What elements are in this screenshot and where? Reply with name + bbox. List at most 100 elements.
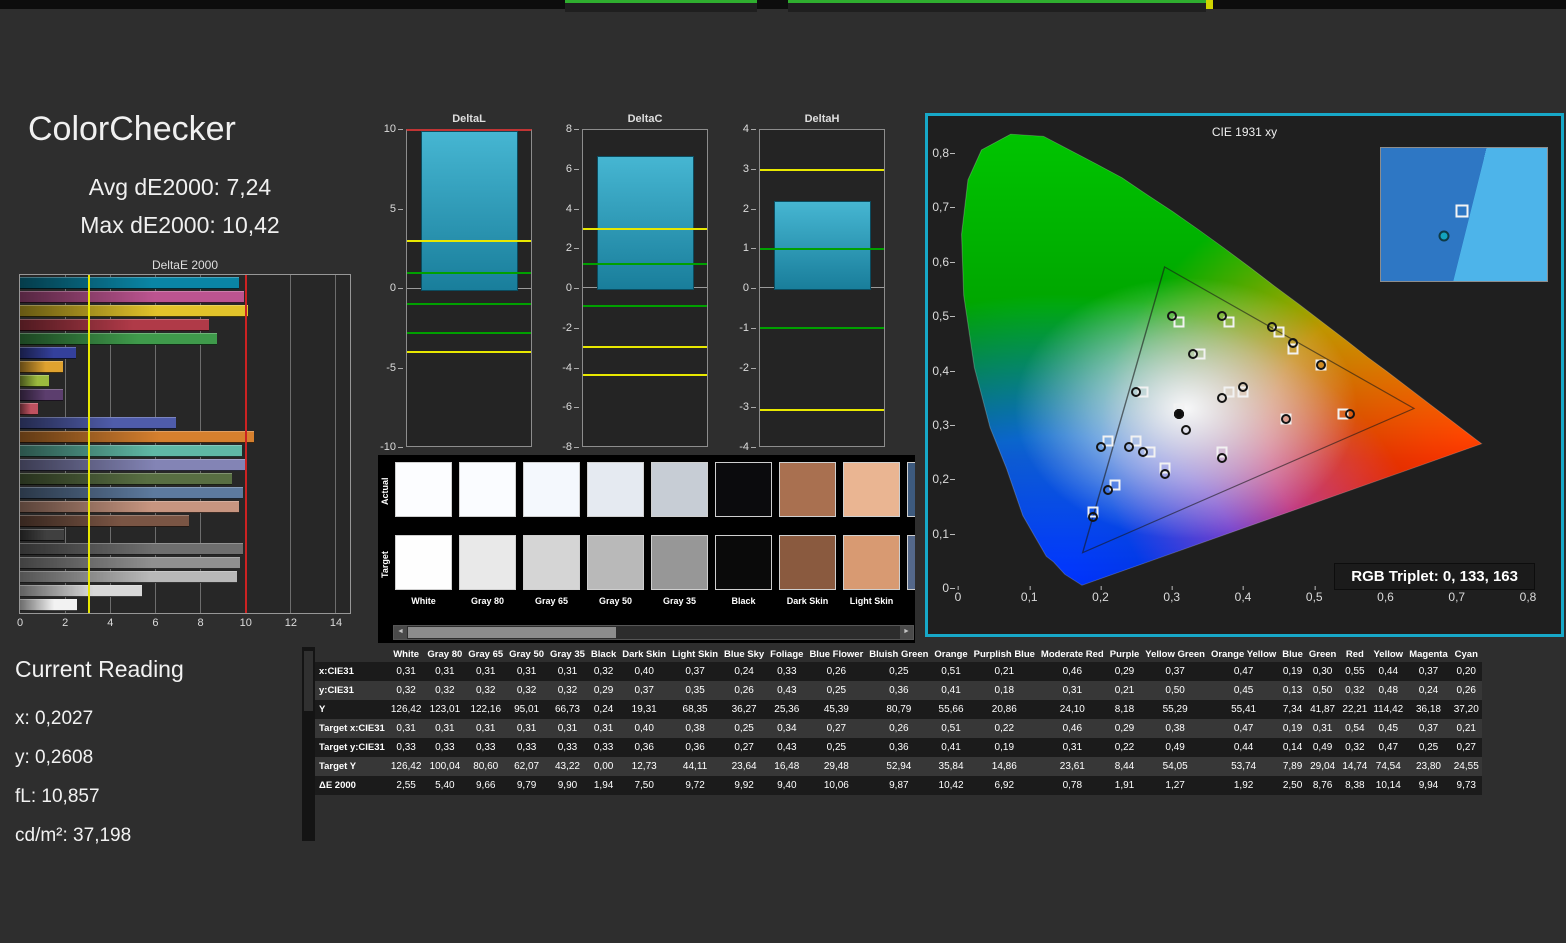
table-cell: 9,79 <box>516 780 537 791</box>
axis-tick-label: 14 <box>329 617 343 629</box>
actual-swatch-gray-80 <box>459 462 516 517</box>
cie-measured-magenta <box>1216 452 1227 463</box>
target-swatch-gray-80 <box>459 535 516 590</box>
cie-measured-red <box>1344 409 1355 419</box>
table-cell: 0,78 <box>1062 780 1083 791</box>
cie-measured-orange-yellow <box>1287 338 1298 349</box>
table-cell: 0,13 <box>1282 685 1303 696</box>
deltaE-bar-yellow-green <box>20 375 49 387</box>
table-cell: 126,42 <box>390 761 422 772</box>
table-cell: 0,21 <box>1114 685 1135 696</box>
axis-tick-label: 1 <box>742 242 757 255</box>
table-cell: 41,87 <box>1310 704 1336 715</box>
table-cell: 0,25 <box>826 742 847 753</box>
cie-measured-gray-35 <box>1173 409 1184 419</box>
table-cell: 0,37 <box>634 685 654 696</box>
axis-tick-label: 5 <box>389 202 404 215</box>
table-cell: 0,54 <box>1345 723 1365 734</box>
axis-tick-label: 4 <box>565 202 580 215</box>
table-cell: 0,37 <box>1165 666 1185 677</box>
table-cell: 0,37 <box>1418 666 1439 677</box>
table-cell: 0,22 <box>994 723 1015 734</box>
deltaE2000-plot-inner <box>20 275 336 613</box>
table-col-header: Gray 65 <box>468 649 504 660</box>
deltaL-chart-title: DeltaL <box>452 113 486 125</box>
scroll-right-icon[interactable]: ► <box>900 626 913 639</box>
cie-measured-foliage <box>1188 349 1199 360</box>
swatch-horizontal-scrollbar[interactable]: ◄ ► <box>393 625 914 640</box>
inset-target-marker <box>1455 204 1469 217</box>
axis-tick-label: 0,5 <box>1305 586 1323 604</box>
deltaH-plot-area <box>759 129 885 447</box>
cie-measured-cyan <box>1095 441 1106 452</box>
swatch-columns: White Gray 80 Gray 65 Gray 50 Gray 35 Black Da… <box>395 462 915 614</box>
table-cell: 0,40 <box>634 723 654 734</box>
reference-line <box>87 275 90 613</box>
axis-tick-label: 3 <box>742 162 757 175</box>
cie-zoom-inset <box>1380 147 1548 282</box>
page-title: ColorChecker <box>28 110 236 148</box>
table-cell: 95,01 <box>514 704 540 715</box>
swatch-column-light-skin: Light Skin <box>843 462 900 614</box>
table-cell: 8,18 <box>1114 704 1135 715</box>
table-header-row: White Gray 80 Gray 65 Gray 50 Gray 35 Black Da… <box>315 647 1482 662</box>
scrollbar-thumb[interactable] <box>408 627 616 638</box>
table-cell: 66,73 <box>554 704 580 715</box>
axis-tick-label: 6 <box>565 162 580 175</box>
deltaE-bar-gray-35 <box>20 543 243 555</box>
axis-tick-label: -4 <box>562 361 579 374</box>
reference-line <box>407 350 531 353</box>
deltaC-chart-title: DeltaC <box>627 113 663 125</box>
table-col-header: Blue <box>1282 649 1303 660</box>
table-cell: 0,27 <box>734 742 754 753</box>
table-cell: 16,48 <box>774 761 800 772</box>
scroll-left-icon[interactable]: ◄ <box>394 626 407 639</box>
table-cell: 0,32 <box>557 685 578 696</box>
deltaE-bar-orange <box>20 431 255 443</box>
deltaE-bar-orange-yellow <box>20 361 64 373</box>
table-cell: 6,92 <box>994 780 1015 791</box>
reference-line <box>760 247 884 250</box>
deltaC-plot-area <box>582 129 708 447</box>
swatch-label: Light Skin <box>849 596 894 606</box>
reading-y-value: y: 0,2608 <box>15 747 94 768</box>
swatch-column-black: Black <box>715 462 772 614</box>
table-cell: 52,94 <box>886 761 912 772</box>
table-cell: 0,33 <box>396 742 416 753</box>
table-cell: 1,91 <box>1114 780 1135 791</box>
axis-tick-label: -3 <box>739 401 756 414</box>
table-cell: 0,47 <box>1233 723 1254 734</box>
deltaC-chart: DeltaC 8 6 4 2 0 -2 -4 -6 -8 <box>554 113 734 455</box>
axis-tick-label: 0 <box>16 617 24 629</box>
table-cell: 55,29 <box>1162 704 1188 715</box>
target-swatch-gray-35 <box>651 535 708 590</box>
table-col-header: Yellow Green <box>1145 649 1205 660</box>
table-cell: 0,19 <box>994 742 1015 753</box>
axis-tick-label: 0 <box>389 282 404 294</box>
deltaE-bar-blue <box>20 347 77 359</box>
swatch-column-gray-50: Gray 50 <box>587 462 644 614</box>
table-cell: 0,50 <box>1312 685 1333 696</box>
table-scrollbar-thumb[interactable] <box>304 651 313 711</box>
deltaE2000-chart-title: DeltaE 2000 <box>151 258 219 272</box>
axis-tick-label: 0,1 <box>932 526 955 541</box>
table-row: y:CIE31 0,32 0,32 0,32 0,32 0,32 0,29 0,37 0,35 0… <box>315 681 1482 700</box>
table-cell: 0,49 <box>1165 742 1185 753</box>
table-cell: 0,40 <box>634 666 654 677</box>
deltaL-bar <box>420 131 519 291</box>
cie-measured-bluish-green <box>1131 387 1142 398</box>
table-scrollbar[interactable] <box>302 647 315 841</box>
deltaE-bar-green <box>20 333 218 345</box>
table-cell: 9,66 <box>476 780 496 791</box>
cie-measured-black <box>1181 425 1191 436</box>
table-cell: 12,73 <box>631 761 657 772</box>
target-swatch-light-skin <box>843 535 900 590</box>
table-cell: 7,89 <box>1282 761 1303 772</box>
cie-measured-yellow-green <box>1216 311 1227 322</box>
top-strip-segment <box>788 0 1206 12</box>
inset-measured-marker <box>1438 230 1450 242</box>
table-cell: 0,32 <box>516 685 537 696</box>
table-cell: 0,51 <box>941 723 961 734</box>
reference-line <box>407 331 531 334</box>
table-cell: 9,72 <box>685 780 705 791</box>
